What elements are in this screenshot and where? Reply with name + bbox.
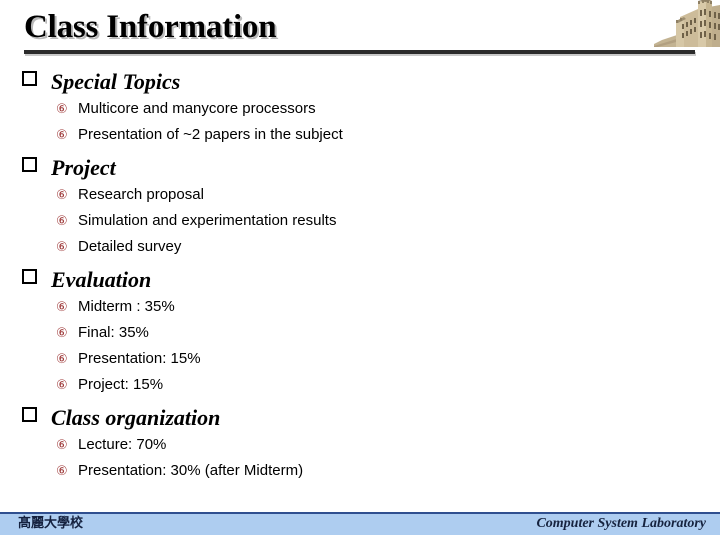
list-item-label: Lecture: 70% — [78, 436, 167, 453]
list-item-label: Presentation: 15% — [78, 350, 201, 367]
section-heading: Project — [0, 154, 720, 182]
list-item: ⑥ Research proposal — [0, 182, 720, 208]
list-item-label: Multicore and manycore processors — [78, 100, 316, 117]
list-item-label: Detailed survey — [78, 238, 182, 255]
square-bullet-icon — [22, 407, 37, 422]
list-item: ⑥ Simulation and experimentation results — [0, 208, 720, 234]
list-item-label: Simulation and experimentation results — [78, 212, 337, 229]
square-bullet-icon — [22, 269, 37, 284]
list-item: ⑥ Multicore and manycore processors — [0, 96, 720, 122]
page-title: Class Information — [24, 9, 277, 45]
list-item-label: Project: 15% — [78, 376, 164, 393]
circled-six-bullet-icon: ⑥ — [56, 102, 68, 117]
circled-six-bullet-icon: ⑥ — [56, 214, 68, 229]
section-project: Project ⑥ Research proposal ⑥ Simulation… — [0, 154, 720, 260]
list-item: ⑥ Presentation of ~2 papers in the subje… — [0, 122, 720, 148]
list-item-label: Midterm : 35% — [78, 298, 175, 315]
footer-university-name: 髙麗大學校 — [18, 516, 84, 531]
section-evaluation: Evaluation ⑥ Midterm : 35% ⑥ Final: 35% … — [0, 266, 720, 398]
circled-six-bullet-icon: ⑥ — [56, 352, 68, 367]
slide-body: Special Topics ⑥ Multicore and manycore … — [0, 68, 720, 484]
circled-six-bullet-icon: ⑥ — [56, 378, 68, 393]
list-item-label: Final: 35% — [78, 324, 149, 341]
section-heading-label: Class organization — [51, 405, 221, 430]
square-bullet-icon — [22, 157, 37, 172]
circled-six-bullet-icon: ⑥ — [56, 188, 68, 203]
list-item: ⑥ Project: 15% — [0, 372, 720, 398]
section-items: ⑥ Research proposal ⑥ Simulation and exp… — [0, 182, 720, 260]
section-heading-label: Project — [51, 155, 116, 180]
footer-lab-name: Computer System Laboratory — [536, 516, 706, 531]
section-heading-label: Special Topics — [51, 69, 181, 94]
list-item: ⑥ Lecture: 70% — [0, 432, 720, 458]
list-item: ⑥ Detailed survey — [0, 234, 720, 260]
section-items: ⑥ Midterm : 35% ⑥ Final: 35% ⑥ Presentat… — [0, 294, 720, 398]
circled-six-bullet-icon: ⑥ — [56, 240, 68, 255]
list-item: ⑥ Final: 35% — [0, 320, 720, 346]
section-special-topics: Special Topics ⑥ Multicore and manycore … — [0, 68, 720, 148]
list-item-label: Presentation of ~2 papers in the subject — [78, 126, 343, 143]
title-underline-rule — [24, 50, 695, 54]
section-heading-label: Evaluation — [51, 267, 152, 292]
circled-six-bullet-icon: ⑥ — [56, 326, 68, 341]
section-items: ⑥ Multicore and manycore processors ⑥ Pr… — [0, 96, 720, 148]
circled-six-bullet-icon: ⑥ — [56, 128, 68, 143]
university-building-photo — [654, 0, 720, 49]
section-items: ⑥ Lecture: 70% ⑥ Presentation: 30% (afte… — [0, 432, 720, 484]
section-heading: Special Topics — [0, 68, 720, 96]
list-item: ⑥ Midterm : 35% — [0, 294, 720, 320]
section-heading: Class organization — [0, 404, 720, 432]
slide: Class Information Special Topics ⑥ Multi… — [0, 0, 720, 540]
list-item-label: Research proposal — [78, 186, 204, 203]
circled-six-bullet-icon: ⑥ — [56, 464, 68, 479]
section-class-organization: Class organization ⑥ Lecture: 70% ⑥ Pres… — [0, 404, 720, 484]
building-illustration — [654, 0, 720, 49]
list-item-label: Presentation: 30% (after Midterm) — [78, 462, 304, 479]
circled-six-bullet-icon: ⑥ — [56, 438, 68, 453]
section-heading: Evaluation — [0, 266, 720, 294]
list-item: ⑥ Presentation: 30% (after Midterm) — [0, 458, 720, 484]
list-item: ⑥ Presentation: 15% — [0, 346, 720, 372]
square-bullet-icon — [22, 71, 37, 86]
circled-six-bullet-icon: ⑥ — [56, 300, 68, 315]
